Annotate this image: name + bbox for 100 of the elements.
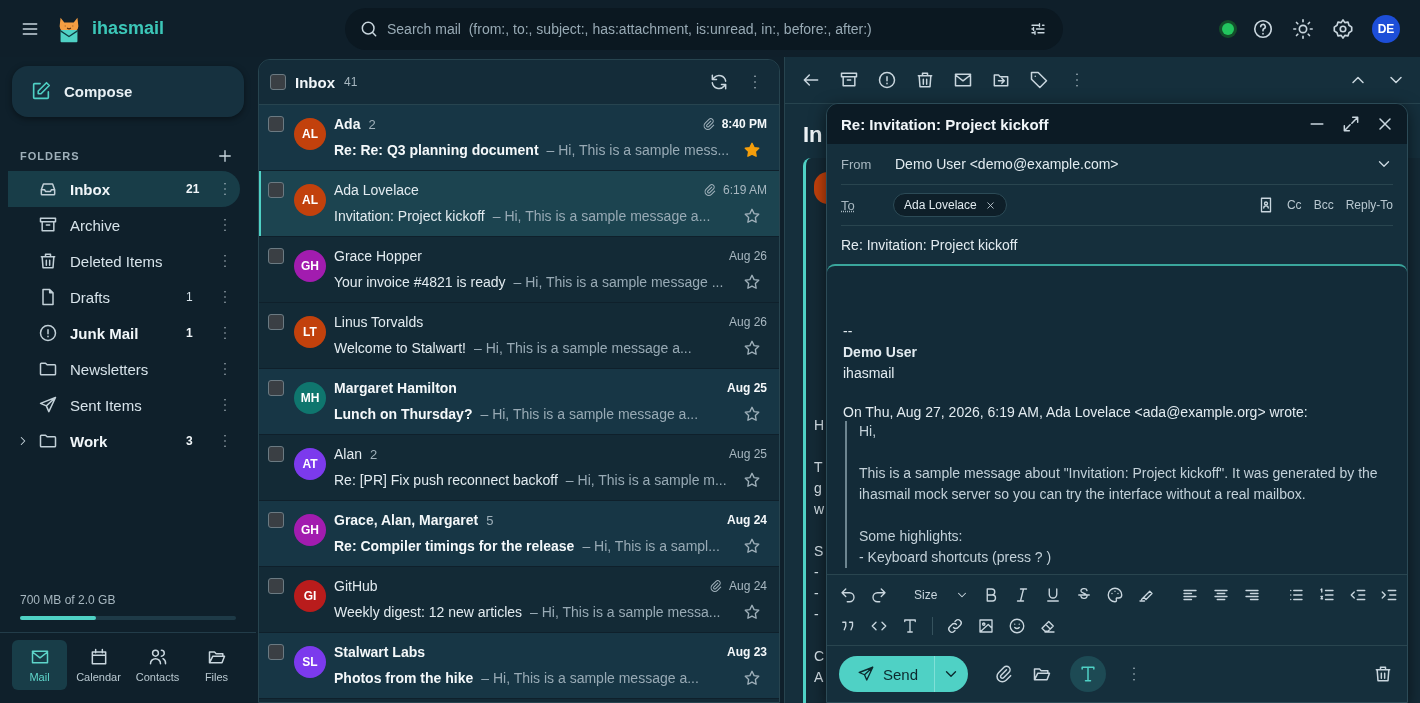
paper-plane-icon (857, 665, 875, 683)
sun-icon[interactable] (1292, 17, 1314, 40)
sender-name: Linus Torvalds (334, 314, 424, 330)
add-icon[interactable] (216, 147, 234, 165)
row-checkbox[interactable] (268, 116, 284, 132)
message-row[interactable]: AL Ada Lovelace 6:19 AM Invitation: Project kickoff – Hi, This is a sample message a... (259, 171, 779, 237)
field-toggle-link[interactable]: Cc (1286, 198, 1302, 212)
send-options-button[interactable] (934, 656, 969, 692)
message-row[interactable]: GH Grace Hopper Aug 26 Your invoice #4821 is ready – Hi, This is a sample message ... (259, 237, 779, 303)
field-toggle-link[interactable]: Bcc (1313, 198, 1334, 212)
nav-tab[interactable]: Contacts (130, 640, 185, 690)
row-checkbox[interactable] (268, 182, 284, 198)
folder-item[interactable]: Newsletters (8, 351, 240, 387)
star-icon[interactable] (743, 537, 761, 555)
font-size-select[interactable]: Size (914, 587, 938, 602)
message-row[interactable]: SL Stalwart Labs Aug 23 Photos from the hike – Hi, This is a sample message a... (259, 633, 779, 699)
message-snippet: – Hi, This is a sample message a... (474, 340, 692, 356)
row-checkbox[interactable] (268, 578, 284, 594)
trash-icon[interactable] (915, 70, 935, 90)
folder-item[interactable]: Junk Mail 1 (8, 315, 240, 351)
search-field[interactable]: Search mail (from:, to:, subject:, has:attachment, is:unread, in:, before:, after:) (345, 7, 1063, 50)
field-toggle-link[interactable]: Reply-To (1345, 198, 1393, 212)
folder-item[interactable]: Inbox 21 (8, 171, 240, 207)
star-icon[interactable] (743, 669, 761, 687)
folder-item[interactable]: Archive (8, 207, 240, 243)
message-snippet: – Hi, This is a sample message a... (492, 208, 711, 224)
message-subject: Your invoice #4821 is ready (334, 274, 506, 290)
nav-tab[interactable]: Mail (12, 640, 67, 690)
message-text: - (814, 564, 819, 582)
star-icon[interactable] (743, 603, 761, 621)
message-row[interactable]: GI GitHub Aug 24 Weekly digest: 12 new articles – Hi, This is a sample messa... (259, 567, 779, 633)
palette-icon[interactable] (1106, 585, 1125, 604)
subject-field[interactable]: Re: Invitation: Project kickoff (841, 226, 1393, 264)
row-checkbox[interactable] (268, 446, 284, 462)
send-button[interactable]: Send (839, 656, 935, 692)
star-icon[interactable] (743, 273, 761, 291)
folder-icon (38, 359, 58, 379)
help-icon[interactable] (1252, 17, 1274, 40)
message-text: g (814, 480, 822, 498)
message-text: T (814, 459, 823, 477)
message-row[interactable]: AT Alan 2 Aug 25 Re: [PR] Fix push reconnect backoff – Hi, This is a sample m... (259, 435, 779, 501)
star-icon[interactable] (743, 405, 761, 423)
message-row[interactable]: LT Linus Torvalds Aug 26 Welcome to Stalwart! – Hi, This is a sample message a... (259, 303, 779, 369)
smiley-icon[interactable] (1008, 616, 1026, 635)
envelope-icon[interactable] (953, 70, 973, 90)
user-avatar[interactable]: DE (1372, 14, 1400, 43)
folder-item[interactable]: Work 3 (8, 423, 240, 459)
message-row[interactable]: AL Ada 2 8:40 PM Re: Re: Q3 planning document – Hi, This is a sample mess... (259, 105, 779, 171)
star-icon[interactable] (743, 339, 761, 357)
star-icon[interactable] (743, 207, 761, 225)
message-text: A (814, 669, 824, 687)
tag-icon[interactable] (1029, 70, 1049, 90)
rich-text-toggle[interactable] (1070, 656, 1107, 692)
folder-icon (38, 431, 58, 451)
row-checkbox[interactable] (268, 512, 284, 528)
message-row[interactable]: MH Margaret Hamilton Aug 25 Lunch on Thursday? – Hi, This is a sample message a... (259, 369, 779, 435)
message-snippet: – Hi, This is a sample messa... (530, 604, 721, 620)
remove-icon[interactable] (984, 199, 996, 211)
quoted-text: Some highlights: (859, 527, 964, 546)
folder-item[interactable]: Drafts 1 (8, 279, 240, 315)
link-icon[interactable] (946, 616, 964, 635)
message-date: Aug 24 (728, 579, 767, 593)
trash-icon (38, 251, 58, 271)
nav-tab[interactable]: Calendar (71, 640, 126, 690)
text-format-icon[interactable] (901, 616, 919, 635)
redo-icon[interactable] (870, 585, 888, 604)
undo-icon[interactable] (839, 585, 857, 604)
row-checkbox[interactable] (268, 248, 284, 264)
folder-item[interactable]: Deleted Items (8, 243, 240, 279)
folder-name: Inbox (70, 180, 111, 198)
sender-name: Grace Hopper (334, 248, 422, 264)
message-subject: Re: Re: Q3 planning document (334, 142, 539, 158)
select-all-checkbox[interactable] (270, 74, 286, 90)
message-text: - (814, 585, 819, 603)
sender-name: Alan (334, 446, 363, 462)
nav-tab[interactable]: Files (189, 640, 244, 690)
image-icon[interactable] (977, 616, 995, 635)
refresh-icon[interactable] (709, 72, 729, 92)
message-heading: In (803, 122, 823, 147)
folder-count: 1 (186, 326, 193, 340)
archive-box-icon[interactable] (839, 70, 859, 90)
compose-button[interactable]: Compose (12, 66, 244, 117)
star-icon[interactable] (743, 141, 761, 159)
expand-icon[interactable] (1341, 114, 1361, 134)
storage-usage-text: 700 MB of 2.0 GB (20, 593, 116, 607)
paper-plane-icon (38, 395, 58, 415)
from-select[interactable]: Demo User <demo@example.com> (893, 156, 1363, 172)
folder-item[interactable]: Sent Items (8, 387, 240, 423)
row-checkbox[interactable] (268, 380, 284, 396)
row-checkbox[interactable] (268, 644, 284, 660)
message-date: Aug 25 (728, 447, 767, 461)
message-snippet: – Hi, This is a sample m... (565, 472, 727, 488)
message-row[interactable]: GH Grace, Alan, Margaret 5 Aug 24 Re: Compiler timings for the release – Hi, This is a sampl... (259, 501, 779, 567)
settings-icon[interactable] (1332, 17, 1354, 40)
thread-count: 5 (486, 512, 494, 528)
row-checkbox[interactable] (268, 314, 284, 330)
star-icon[interactable] (743, 471, 761, 489)
trash-icon[interactable] (1373, 664, 1393, 684)
message-snippet: – Hi, This is a sample message ... (513, 274, 724, 290)
message-date: Aug 25 (727, 381, 767, 395)
